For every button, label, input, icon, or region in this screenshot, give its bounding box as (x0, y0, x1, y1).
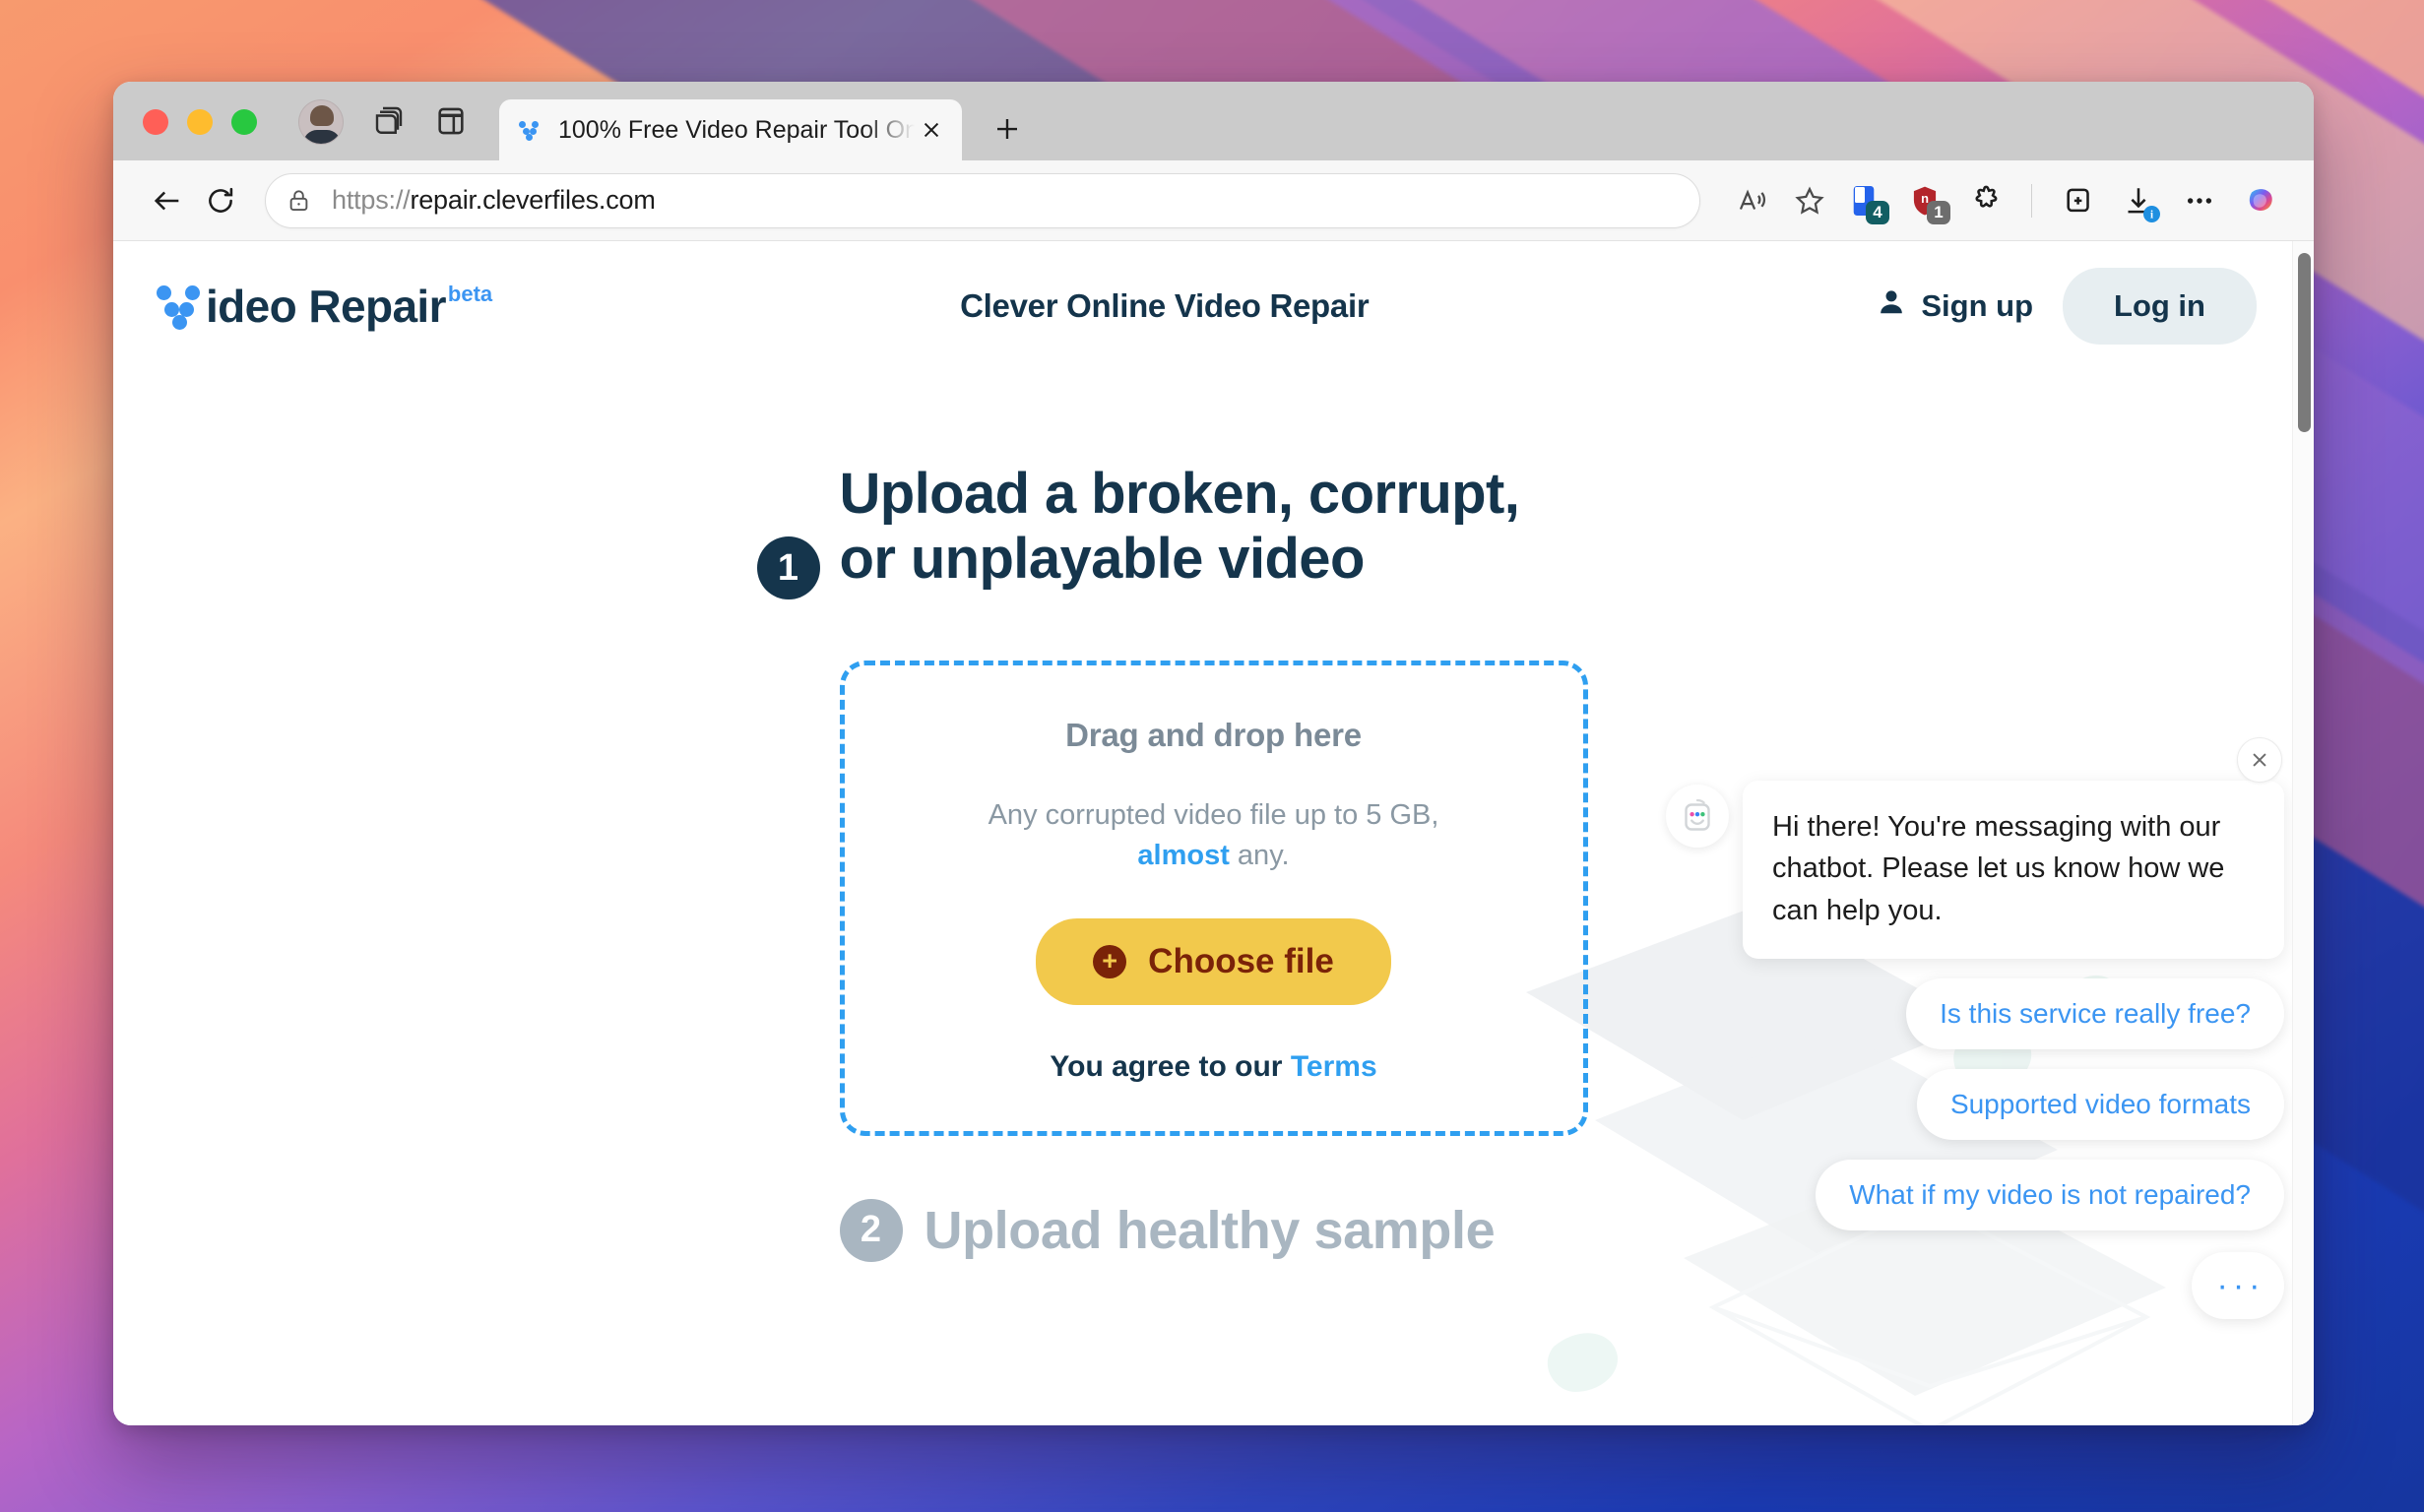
maximize-window-button[interactable] (231, 109, 257, 135)
file-dropzone[interactable]: Drag and drop here Any corrupted video f… (839, 661, 1588, 1136)
page-scrollbar[interactable] (2292, 241, 2314, 1425)
chat-close-icon[interactable] (2237, 737, 2282, 783)
profile-avatar[interactable] (298, 99, 344, 145)
settings-more-icon[interactable] (2172, 173, 2227, 228)
step-one-inner: 1 Upload a broken, corrupt, or unplayabl… (756, 462, 1588, 599)
sign-up-link[interactable]: Sign up (1876, 286, 2033, 326)
url-scheme: https:// (332, 185, 411, 215)
step-two-badge: 2 (839, 1198, 903, 1262)
reader-extension-icon[interactable]: 4 (1836, 173, 1891, 228)
beta-badge: beta (447, 282, 493, 306)
tab-strip: 100% Free Video Repair Tool On (499, 99, 1031, 160)
toolbar-right-actions: 4 u 1 i (1836, 173, 2288, 228)
new-tab-button[interactable] (984, 105, 1031, 153)
workspaces-icon[interactable] (371, 102, 407, 143)
page-title: Clever Online Video Repair (960, 287, 1370, 324)
step-one-badge: 1 (756, 536, 820, 599)
terms-link[interactable]: Terms (1291, 1050, 1377, 1083)
choose-file-label: Choose file (1148, 941, 1334, 980)
chat-greeting-row: Hi there! You're messaging with our chat… (1666, 781, 2284, 959)
site-logo[interactable]: ideo Repair beta (157, 280, 492, 333)
minimize-window-button[interactable] (187, 109, 213, 135)
step-two-section: 2 Upload healthy sample (839, 1198, 1588, 1262)
step-two-title: Upload healthy sample (924, 1200, 1496, 1260)
reload-icon[interactable] (194, 174, 247, 227)
chatbot-avatar-icon (1666, 785, 1729, 848)
chat-quick-reply-2[interactable]: Supported video formats (1916, 1068, 2284, 1140)
browser-toolbar: https://repair.cleverfiles.com 4 u 1 i (113, 160, 2314, 241)
favorite-star-icon[interactable] (1783, 174, 1836, 227)
shield-extension-icon[interactable]: u 1 (1897, 173, 1952, 228)
site-logo-text: ideo Repair (206, 281, 447, 332)
chat-more-options-button[interactable]: ··· (2192, 1251, 2284, 1319)
shield-extension-badge: 1 (1927, 200, 1950, 224)
tab-close-icon[interactable] (915, 113, 948, 147)
url-text: https://repair.cleverfiles.com (332, 185, 656, 216)
downloads-icon[interactable]: i (2111, 173, 2166, 228)
browser-tab-active[interactable]: 100% Free Video Repair Tool On (499, 99, 962, 160)
header-actions: Sign up Log in (1876, 268, 2257, 345)
svg-text:i: i (2150, 209, 2153, 220)
browser-tab-title: 100% Free Video Repair Tool On (558, 115, 915, 144)
user-icon (1876, 286, 1907, 326)
back-icon[interactable] (141, 174, 194, 227)
video-repair-dots-logo-icon (157, 285, 210, 330)
plus-icon: + (1093, 944, 1127, 978)
reader-extension-badge: 4 (1866, 200, 1889, 224)
sign-up-label: Sign up (1921, 288, 2034, 323)
dropzone-hint-prefix: Any corrupted video file up to 5 GB, (988, 799, 1439, 832)
chat-quick-reply-3[interactable]: What if my video is not repaired? (1816, 1159, 2284, 1230)
dropzone-title: Drag and drop here (1065, 717, 1362, 754)
step-one-section: 1 Upload a broken, corrupt, or unplayabl… (113, 462, 2314, 599)
site-header: ideo Repair beta Clever Online Video Rep… (113, 241, 2314, 371)
page-viewport: ideo Repair beta Clever Online Video Rep… (113, 241, 2314, 1425)
url-host: repair.cleverfiles.com (410, 185, 656, 215)
read-aloud-icon[interactable] (1726, 174, 1779, 227)
collections-icon[interactable] (2050, 173, 2105, 228)
browser-window: 100% Free Video Repair Tool On https://r… (113, 82, 2314, 1425)
address-bar[interactable]: https://repair.cleverfiles.com (265, 172, 1700, 228)
window-traffic-lights (143, 109, 257, 160)
desktop-wallpaper: 100% Free Video Repair Tool On https://r… (0, 0, 2424, 1512)
lock-icon (286, 187, 312, 214)
terms-prefix: You agree to our (1050, 1049, 1291, 1083)
close-window-button[interactable] (143, 109, 168, 135)
browser-title-bar: 100% Free Video Repair Tool On (113, 82, 2314, 160)
browser-essentials-icon[interactable] (1958, 173, 2013, 228)
dropzone-hint-emphasis[interactable]: almost (1137, 840, 1229, 871)
copilot-icon[interactable] (2233, 173, 2288, 228)
chatbot-widget: Hi there! You're messaging with our chat… (1666, 737, 2284, 1319)
toolbar-divider (2031, 183, 2032, 218)
split-screen-icon[interactable] (434, 104, 468, 143)
chat-quick-reply-1[interactable]: Is this service really free? (1906, 977, 2284, 1049)
video-repair-dots-favicon (519, 120, 544, 141)
dropzone-hint: Any corrupted video file up to 5 GB, alm… (845, 795, 1583, 876)
chat-greeting-message: Hi there! You're messaging with our chat… (1743, 781, 2284, 959)
step-one-title: Upload a broken, corrupt, or unplayable … (839, 462, 1520, 592)
choose-file-button[interactable]: + Choose file (1036, 917, 1391, 1005)
page-scrollbar-thumb[interactable] (2298, 253, 2311, 432)
terms-agreement: You agree to our Terms (845, 1050, 1583, 1084)
log-in-button[interactable]: Log in (2063, 268, 2257, 345)
dropzone-hint-suffix: any. (1229, 840, 1290, 872)
